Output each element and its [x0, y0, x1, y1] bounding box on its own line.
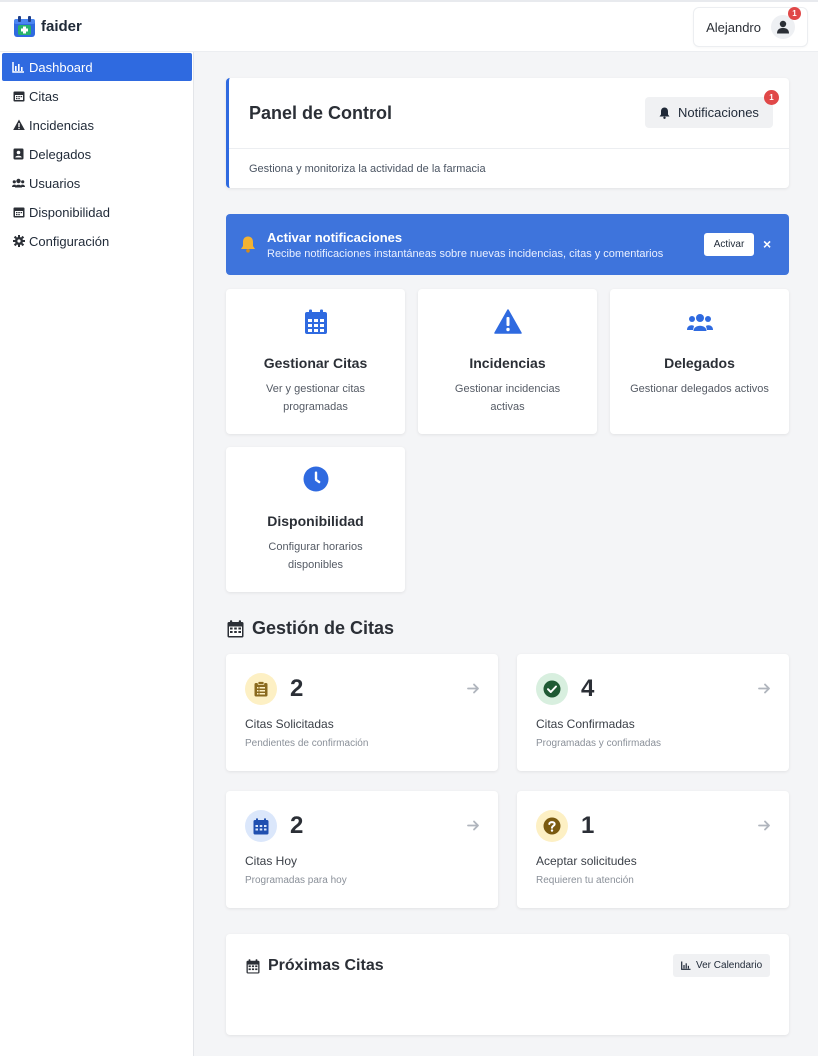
top-bar: faider Alejandro 1	[0, 0, 818, 52]
tile-incidencias[interactable]: Incidencias Gestionar incidencias activa…	[418, 289, 597, 434]
stat-label: Citas Hoy	[245, 854, 298, 868]
stat-aceptar-solicitudes[interactable]: 1 Aceptar solicitudes Requieren tu atenc…	[517, 791, 789, 908]
chart-icon	[681, 961, 691, 970]
gear-icon	[12, 235, 25, 248]
stat-label: Citas Solicitadas	[245, 717, 334, 731]
sidebar-item-label: Configuración	[29, 233, 110, 249]
tile-gestionar-citas[interactable]: Gestionar Citas Ver y gestionar citas pr…	[226, 289, 405, 434]
users-icon	[12, 177, 25, 190]
tile-title: Delegados	[664, 355, 735, 371]
tile-description: Gestionar incidencias activas	[454, 383, 561, 413]
stat-subtext: Requieren tu atención	[536, 875, 634, 886]
stat-subtext: Programadas y confirmadas	[536, 738, 662, 749]
user-notification-badge: 1	[788, 7, 801, 20]
stat-citas-confirmadas[interactable]: 4 Citas Confirmadas Programadas y confir…	[517, 654, 789, 771]
sidebar-item-label: Citas	[29, 88, 59, 104]
view-calendar-button[interactable]: Ver Calendario	[673, 954, 771, 977]
warning-icon	[12, 119, 25, 132]
sidebar-item-label: Delegados	[29, 146, 92, 162]
stat-citas-hoy[interactable]: 2 Citas Hoy Programadas para hoy	[226, 791, 498, 908]
stat-icon-wrapper	[536, 810, 568, 842]
control-panel-header: Panel de Control Notificaciones 1 Gestio…	[226, 78, 789, 188]
sidebar-item-citas[interactable]: Citas	[2, 82, 192, 110]
bell-icon	[239, 235, 257, 258]
chart-icon	[12, 61, 25, 74]
notifications-button[interactable]: Notificaciones 1	[645, 90, 779, 128]
section-title-text: Gestión de Citas	[252, 618, 395, 638]
sidebar-item-label: Incidencias	[29, 117, 95, 133]
stat-citas-solicitadas[interactable]: 2 Citas Solicitadas Pendientes de confir…	[226, 654, 498, 771]
stat-label: Aceptar solicitudes	[536, 854, 637, 868]
stat-value: 1	[581, 812, 595, 839]
sidebar-item-dashboard[interactable]: Dashboard	[2, 53, 192, 81]
logo-icon	[13, 15, 36, 38]
upcoming-appointments-card: Próximas Citas Ver Calendario	[226, 934, 789, 1035]
calendar-icon	[246, 958, 260, 973]
clock-icon	[226, 466, 405, 492]
sidebar-item-incidencias[interactable]: Incidencias	[2, 111, 192, 139]
stat-icon-wrapper	[536, 673, 568, 705]
tile-delegados[interactable]: Delegados Gestionar delegados activos	[610, 289, 789, 434]
calendar-icon	[253, 817, 269, 834]
question-circle-icon	[543, 817, 561, 835]
stat-value: 2	[290, 675, 304, 702]
stat-subtext: Programadas para hoy	[245, 875, 347, 886]
sidebar-item-label: Disponibilidad	[29, 204, 110, 220]
sidebar-item-delegados[interactable]: Delegados	[2, 140, 192, 168]
stat-subtext: Pendientes de confirmación	[245, 738, 369, 749]
bell-icon	[659, 107, 670, 119]
stat-icon-wrapper	[245, 673, 277, 705]
activate-button[interactable]: Activar	[704, 233, 754, 256]
user-menu[interactable]: Alejandro 1	[693, 7, 808, 47]
stat-label: Citas Confirmadas	[536, 717, 635, 731]
close-icon[interactable]: ×	[763, 236, 771, 252]
notifications-label: Notificaciones	[678, 105, 759, 120]
upcoming-appointments-title: Próximas Citas	[246, 957, 384, 975]
tile-title: Disponibilidad	[267, 513, 364, 529]
tile-title: Incidencias	[469, 355, 546, 371]
stat-value: 2	[290, 812, 304, 839]
warning-icon	[418, 309, 597, 335]
sidebar-item-label: Dashboard	[29, 59, 93, 75]
user-icon	[777, 20, 789, 34]
stat-value: 4	[581, 675, 595, 702]
page-title: Panel de Control	[249, 103, 393, 123]
sidebar-item-disponibilidad[interactable]: Disponibilidad	[2, 198, 192, 226]
tile-description: Gestionar delegados activos	[630, 383, 769, 395]
logo[interactable]: faider	[13, 15, 82, 38]
arrow-right-icon[interactable]	[758, 681, 771, 697]
sidebar-item-usuarios[interactable]: Usuarios	[2, 169, 192, 197]
user-avatar[interactable]: 1	[771, 7, 801, 39]
users-icon	[610, 309, 789, 335]
notifications-badge: 1	[763, 90, 779, 105]
sidebar-item-label: Usuarios	[29, 175, 81, 191]
page-subtitle: Gestiona y monitoriza la actividad de la…	[249, 163, 486, 175]
calendar-icon	[12, 90, 25, 103]
clipboard-icon	[254, 681, 268, 697]
stat-icon-wrapper	[245, 810, 277, 842]
tile-title: Gestionar Citas	[263, 355, 368, 371]
arrow-right-icon[interactable]	[467, 681, 480, 697]
banner-title: Activar notificaciones	[267, 230, 403, 245]
tile-disponibilidad[interactable]: Disponibilidad Configurar horarios dispo…	[226, 447, 405, 592]
section-title-citas: Gestión de Citas	[227, 618, 394, 639]
sidebar-item-configuracion[interactable]: Configuración	[2, 227, 192, 255]
enable-notifications-banner: Activar notificaciones Recibe notificaci…	[226, 214, 789, 275]
brand-name: faider	[41, 18, 82, 35]
calendar-icon	[226, 309, 405, 335]
banner-text: Recibe notificaciones instantáneas sobre…	[267, 248, 664, 260]
calendar-icon	[12, 206, 25, 219]
sidebar: Dashboard Citas Incidencias Delegados Us…	[0, 52, 194, 1056]
calendar-icon	[227, 619, 244, 637]
check-circle-icon	[543, 680, 561, 698]
arrow-right-icon[interactable]	[467, 818, 480, 834]
tile-description: Ver y gestionar citas programadas	[265, 383, 366, 413]
divider	[229, 148, 789, 149]
arrow-right-icon[interactable]	[758, 818, 771, 834]
upcoming-appointments-label: Próximas Citas	[268, 957, 384, 974]
tile-description: Configurar horarios disponibles	[268, 541, 363, 571]
id-card-icon	[12, 148, 25, 161]
user-name: Alejandro	[706, 19, 761, 35]
view-calendar-label: Ver Calendario	[696, 960, 763, 971]
